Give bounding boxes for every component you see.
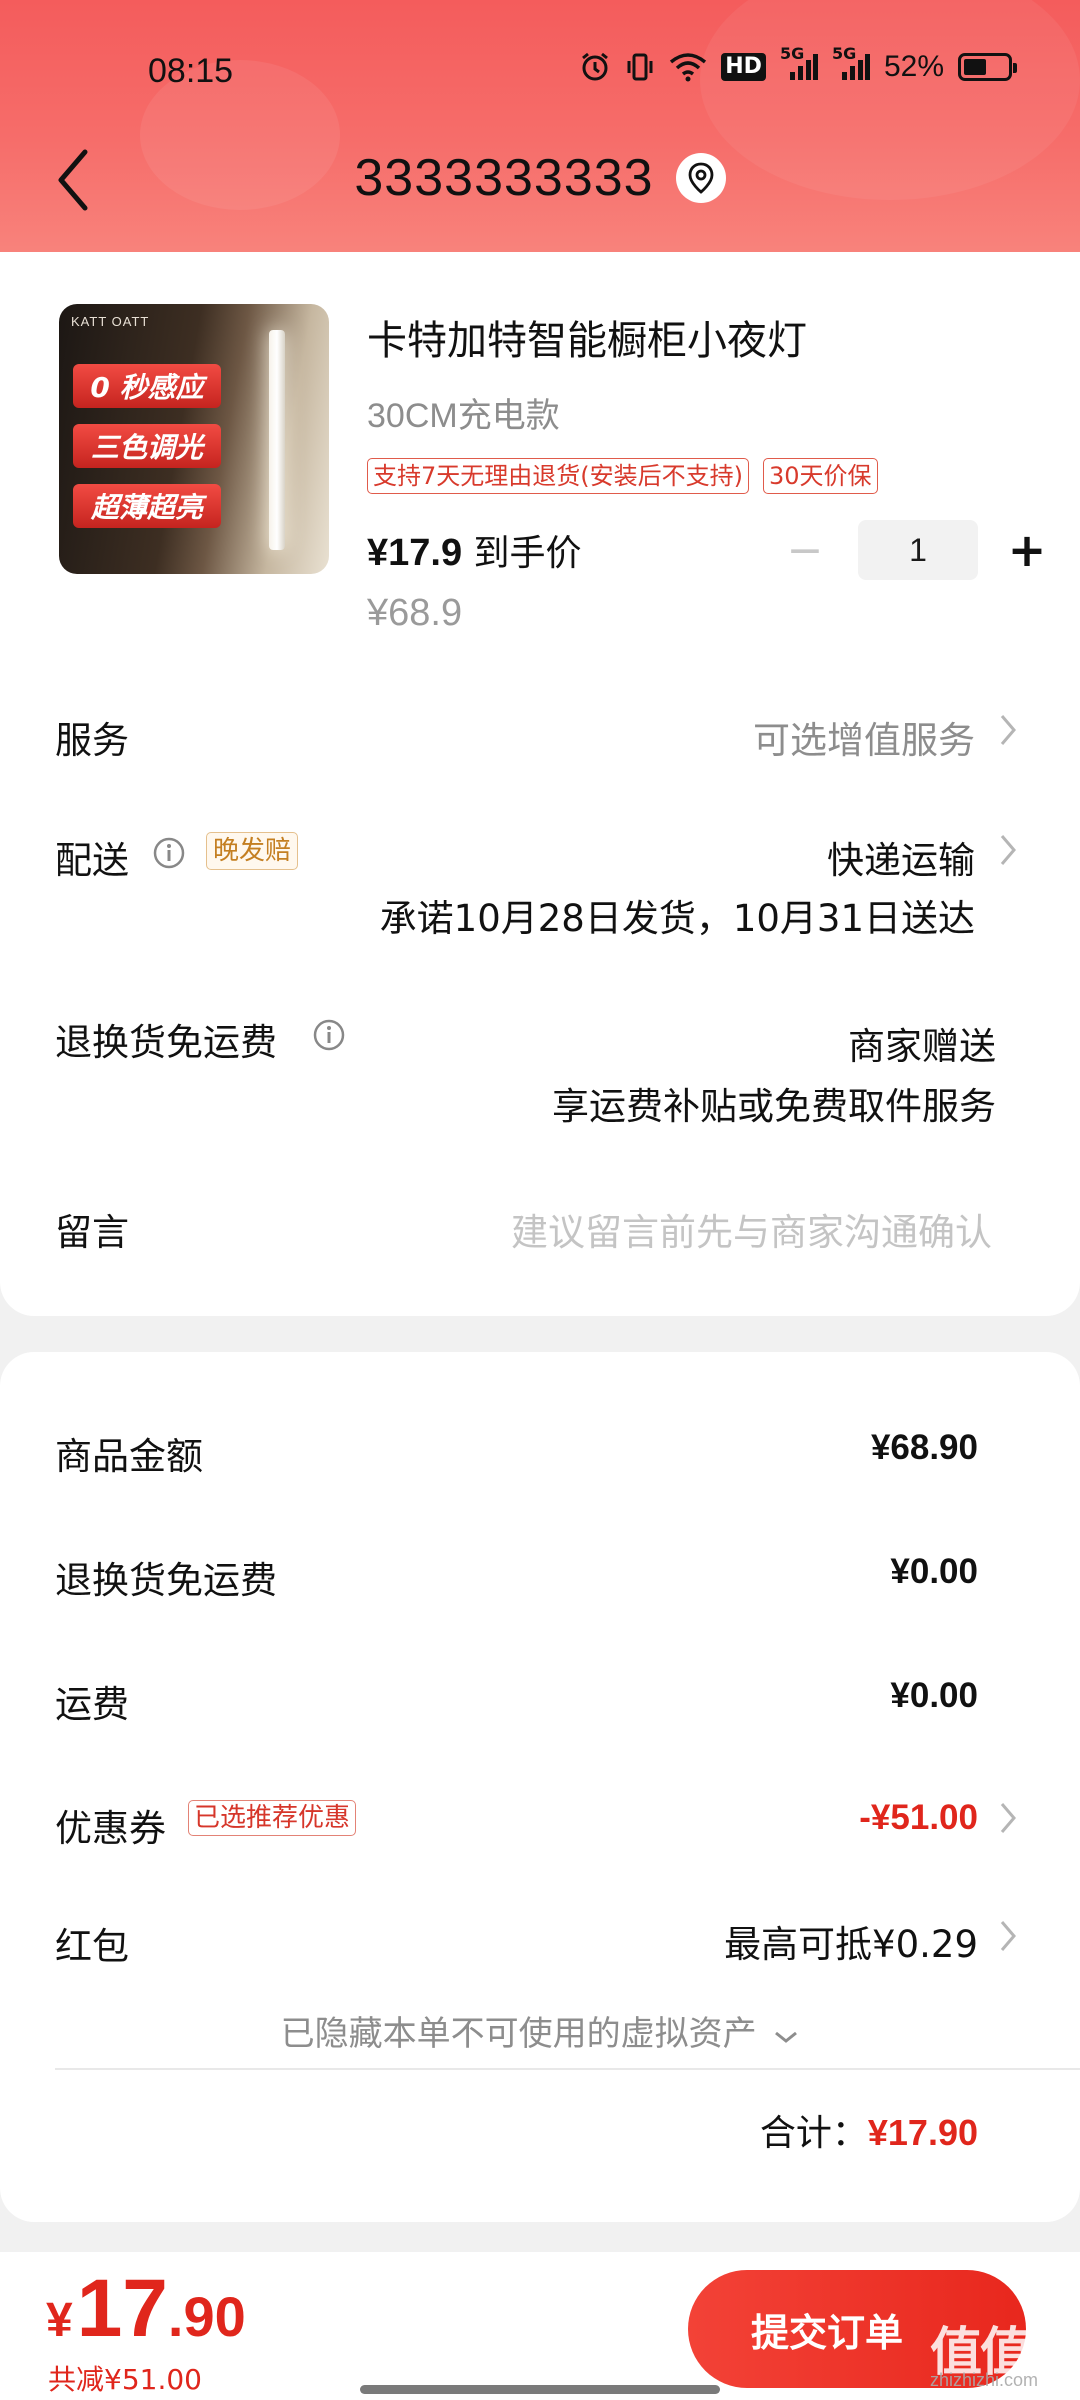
product-title[interactable]: 卡特加特智能橱柜小夜灯: [367, 308, 807, 366]
product-image-tag: 超薄超亮: [73, 484, 221, 528]
price-protect-tag: 30天价保: [763, 458, 878, 494]
product-image-brand: KATT OATT: [71, 314, 150, 329]
chevron-right-icon: [1000, 715, 1016, 745]
return-shipping-label: 退换货免运费: [55, 1021, 277, 1064]
header: 08:15 HD 5G 5G 52% 3333333333: [0, 0, 1080, 255]
delivery-method: 快递运输: [827, 839, 975, 882]
address-selector[interactable]: 3333333333: [0, 148, 1080, 208]
pay-integer: 17: [76, 2263, 168, 2354]
total-value: ¥17.90: [867, 2112, 978, 2153]
bottom-bar: ¥17.90 共减¥51.00 提交订单: [0, 2252, 1080, 2400]
service-value: 可选增值服务: [753, 719, 975, 762]
total-reduction: 共减¥51.00: [48, 2363, 202, 2396]
final-price-suffix: 到手价: [462, 533, 582, 574]
info-icon[interactable]: [152, 836, 186, 870]
divider: [55, 2068, 1080, 2070]
final-price-value: ¥17.9: [367, 532, 463, 574]
quantity-stepper: − 1 +: [780, 520, 1052, 580]
increase-quantity-button[interactable]: +: [1002, 522, 1052, 578]
watermark-url: zhizhizhi.com: [930, 2370, 1039, 2390]
chevron-down-icon: [775, 2031, 798, 2043]
coupon-value: -¥51.00: [859, 1798, 978, 1837]
return-shipping-value: 商家赠送: [848, 1025, 996, 1068]
shipping-fee-label: 运费: [55, 1683, 129, 1726]
return-shipping-sub: 享运费补贴或免费取件服务: [552, 1085, 996, 1128]
battery-percent: 52%: [883, 50, 944, 83]
total-label: 合计：: [759, 2113, 868, 2154]
shipping-fee-value: ¥0.00: [890, 1676, 978, 1715]
battery-level: [964, 59, 986, 75]
goods-amount-value: ¥68.90: [870, 1428, 978, 1467]
pay-amount: ¥17.90: [46, 2262, 246, 2356]
alarm-icon: [579, 51, 611, 83]
status-bar: 08:15 HD 5G 5G 52%: [0, 40, 1080, 100]
message-label: 留言: [55, 1211, 129, 1254]
delivery-label: 配送: [55, 839, 129, 882]
product-lamp-graphic: [269, 330, 285, 550]
info-icon[interactable]: [312, 1018, 346, 1052]
chevron-right-icon: [1000, 1803, 1016, 1833]
hidden-assets-text: 已隐藏本单不可使用的虚拟资产: [280, 2014, 757, 2054]
battery-icon: [958, 53, 1017, 81]
status-time: 08:15: [148, 52, 234, 90]
coupon-recommended-badge: 已选推荐优惠: [188, 1800, 357, 1836]
pay-currency: ¥: [46, 2294, 73, 2347]
signal-5g-icon: 5G: [832, 44, 870, 82]
product-card: KATT OATT 0 秒感应 三色调光 超薄超亮 卡特加特智能橱柜小夜灯 30…: [0, 252, 1080, 1316]
hd-icon: HD: [721, 53, 766, 81]
signal-5g-icon: 5G: [780, 44, 818, 82]
red-packet-value: 最高可抵¥0.29: [724, 1923, 978, 1966]
coupon-label: 优惠券: [55, 1807, 166, 1850]
product-image[interactable]: KATT OATT 0 秒感应 三色调光 超薄超亮: [59, 304, 329, 574]
vibrate-icon: [625, 51, 655, 83]
original-price: ¥68.9: [367, 592, 463, 634]
status-icons: HD 5G 5G 52%: [579, 44, 1017, 84]
chevron-right-icon: [1000, 835, 1016, 865]
product-image-tag: 三色调光: [73, 424, 221, 468]
product-tags: 支持7天无理由退货(安装后不支持) 30天价保: [367, 458, 878, 494]
location-pin-icon: [675, 153, 726, 203]
red-packet-label: 红包: [55, 1925, 129, 1968]
product-image-tag: 0 秒感应: [73, 364, 221, 408]
delivery-promise: 承诺10月28日发货，10月31日送达: [379, 897, 975, 940]
home-indicator[interactable]: [360, 2385, 720, 2394]
service-label: 服务: [55, 719, 129, 762]
final-price: ¥17.9 到手价: [367, 524, 582, 576]
order-total: 合计：¥17.90: [760, 2104, 978, 2156]
return-fee-label: 退换货免运费: [55, 1559, 277, 1602]
return-fee-value: ¥0.00: [890, 1552, 978, 1591]
hidden-assets-toggle[interactable]: 已隐藏本单不可使用的虚拟资产: [0, 2006, 1080, 2055]
late-compensation-badge: 晚发赔: [206, 832, 299, 870]
return-policy-tag: 支持7天无理由退货(安装后不支持): [367, 458, 749, 494]
message-input[interactable]: 建议留言前先与商家沟通确认: [511, 1202, 992, 1256]
product-spec: 30CM充电款: [367, 397, 560, 435]
wifi-icon: [669, 52, 707, 82]
page-title: 3333333333: [354, 149, 654, 207]
decrease-quantity-button[interactable]: −: [780, 522, 830, 578]
goods-amount-label: 商品金额: [55, 1435, 203, 1478]
pay-decimal: .90: [167, 2285, 246, 2348]
quantity-value[interactable]: 1: [858, 520, 978, 580]
chevron-right-icon: [1000, 1921, 1016, 1951]
order-summary-card: 商品金额 ¥68.90 退换货免运费 ¥0.00 运费 ¥0.00 优惠券 已选…: [0, 1352, 1080, 2222]
